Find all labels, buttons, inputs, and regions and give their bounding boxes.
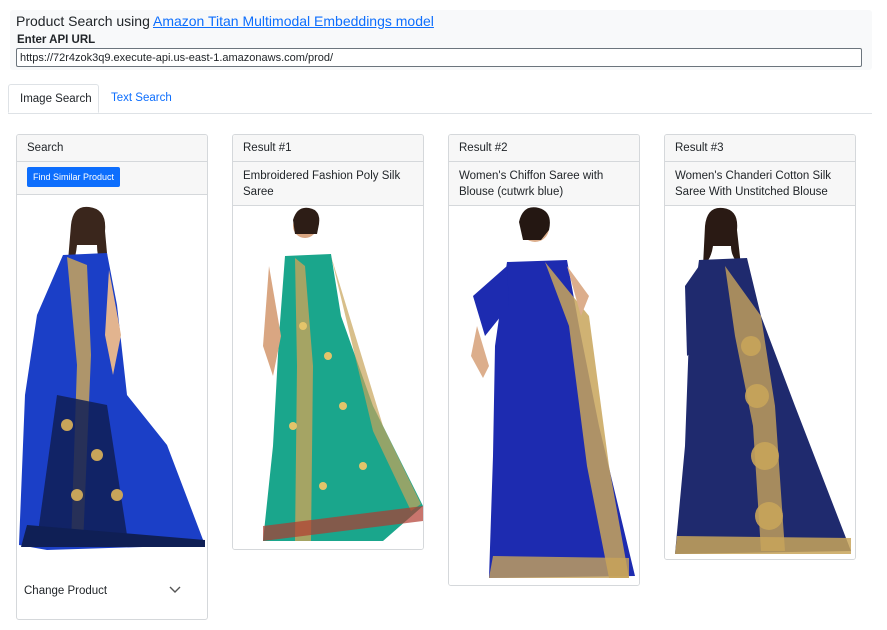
result-product-image [665,206,855,559]
search-card-header: Search [17,135,207,162]
app-header: Product Search using Amazon Titan Multim… [10,10,872,70]
result-title: Embroidered Fashion Poly Silk Saree [233,162,423,206]
query-product-image [17,195,207,555]
change-product-label: Change Product [24,585,108,597]
find-similar-product-button[interactable]: Find Similar Product [27,167,121,187]
title-prefix: Product Search using [16,13,153,29]
result-product-image [449,206,639,585]
api-url-input[interactable] [16,48,862,67]
result-title: Women's Chiffon Saree with Blouse (cutwr… [449,162,639,206]
result-title: Women's Chanderi Cotton Silk Saree With … [665,162,855,206]
result-card: Result #3 Women's Chanderi Cotton Silk S… [664,134,856,560]
result-product-image [233,206,423,549]
tab-bar: Image Search Text Search [8,84,872,114]
page-title: Product Search using Amazon Titan Multim… [16,13,434,29]
result-card: Result #2 Women's Chiffon Saree with Blo… [448,134,640,586]
tab-text-search[interactable]: Text Search [100,84,183,113]
result-card: Result #1 Embroidered Fashion Poly Silk … [232,134,424,550]
chevron-down-icon [169,586,181,593]
api-url-label: Enter API URL [17,34,96,46]
search-card: Search Find Similar Product [16,134,208,620]
result-card-header: Result #2 [449,135,639,162]
result-card-header: Result #1 [233,135,423,162]
tab-image-search[interactable]: Image Search [8,84,99,113]
search-card-toolbar: Find Similar Product [17,162,207,195]
model-link[interactable]: Amazon Titan Multimodal Embeddings model [153,13,434,29]
result-card-header: Result #3 [665,135,855,162]
change-product-select[interactable]: Change Product [18,575,190,607]
